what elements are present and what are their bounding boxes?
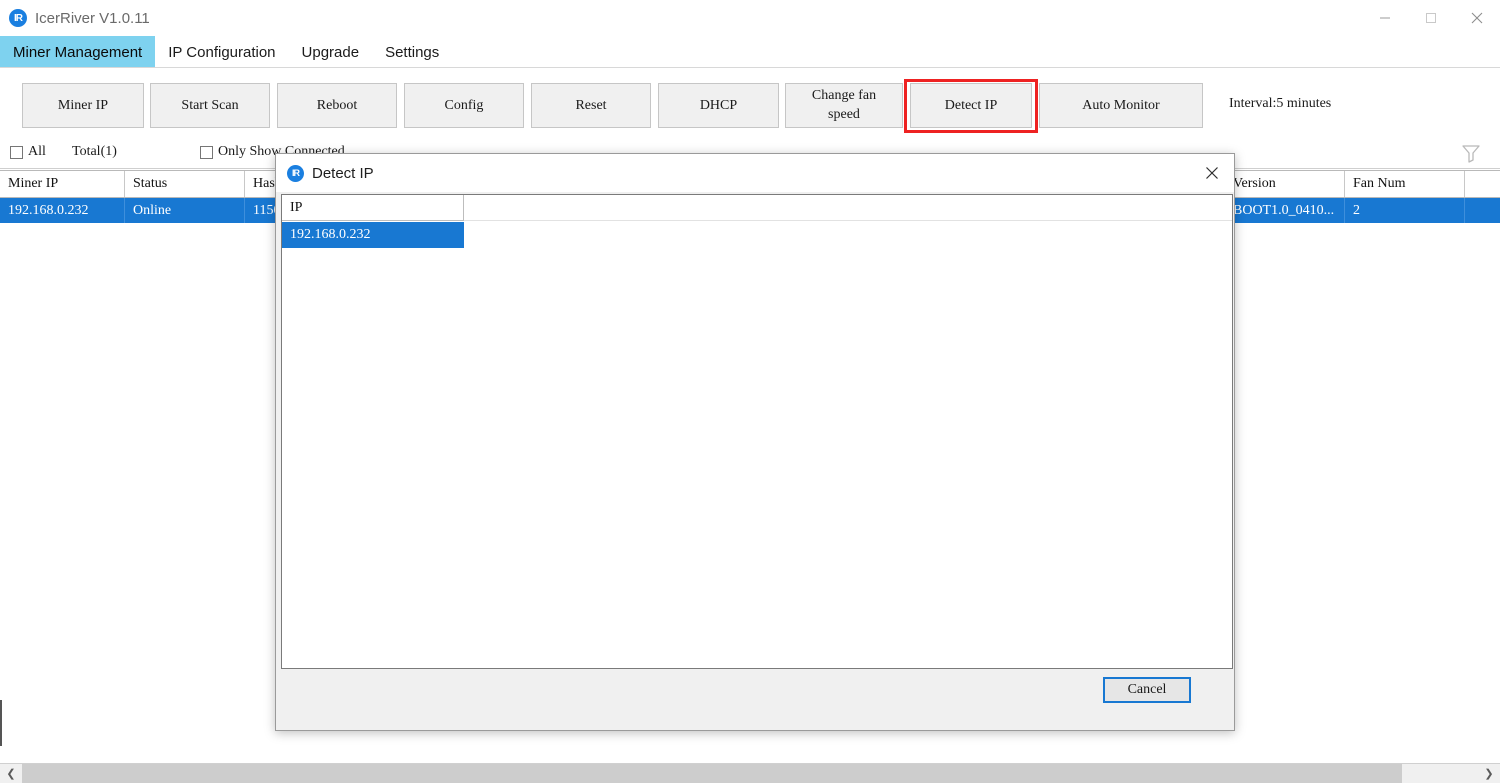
scrollbar-track[interactable]: [22, 764, 1478, 783]
miner-ip-button[interactable]: Miner IP: [22, 83, 144, 128]
config-button[interactable]: Config: [404, 83, 524, 128]
app-logo-icon: IR: [9, 9, 27, 27]
all-checkbox[interactable]: All: [10, 144, 46, 160]
detect-ip-button[interactable]: Detect IP: [910, 83, 1032, 128]
cell-fan-num: 2: [1345, 198, 1465, 223]
tab-settings[interactable]: Settings: [372, 36, 452, 68]
all-checkbox-box[interactable]: [10, 146, 23, 159]
dialog-column-header-ip[interactable]: IP: [282, 195, 464, 221]
dialog-close-icon[interactable]: [1190, 154, 1234, 192]
close-icon[interactable]: [1454, 0, 1500, 36]
total-count-label: Total(1): [72, 144, 117, 160]
dialog-title: Detect IP: [312, 165, 374, 182]
maximize-icon[interactable]: [1408, 0, 1454, 36]
change-fan-speed-button[interactable]: Change fan speed: [785, 83, 903, 128]
tab-miner-management[interactable]: Miner Management: [0, 36, 155, 68]
all-checkbox-label: All: [28, 144, 46, 160]
cancel-button[interactable]: Cancel: [1103, 677, 1191, 703]
funnel-filter-icon[interactable]: [1460, 142, 1482, 164]
cell-status: Online: [125, 198, 245, 223]
tab-upgrade[interactable]: Upgrade: [289, 36, 373, 68]
dhcp-button[interactable]: DHCP: [658, 83, 779, 128]
detect-ip-dialog: IR Detect IP IP 192.168.0.232 Cancel: [275, 153, 1235, 731]
window-controls: [1362, 0, 1500, 36]
cell-miner-ip: 192.168.0.232: [0, 198, 125, 223]
dialog-column-header-filler: [464, 195, 1232, 221]
interval-label: Interval:5 minutes: [1229, 96, 1331, 112]
start-scan-button[interactable]: Start Scan: [150, 83, 270, 128]
reset-button[interactable]: Reset: [531, 83, 651, 128]
chevron-right-icon[interactable]: ❯: [1478, 764, 1500, 783]
tab-ip-configuration[interactable]: IP Configuration: [155, 36, 288, 68]
application-window: IR IcerRiver V1.0.11 Miner Management IP…: [0, 0, 1500, 783]
chevron-left-icon[interactable]: ❮: [0, 764, 22, 783]
horizontal-scrollbar[interactable]: ❮ ❯: [0, 763, 1500, 783]
scrollbar-thumb[interactable]: [22, 764, 1402, 783]
dialog-ip-list[interactable]: IP 192.168.0.232: [281, 194, 1233, 669]
column-header-version[interactable]: Version: [1225, 171, 1345, 197]
dialog-titlebar: IR Detect IP: [276, 154, 1234, 192]
only-show-connected-checkbox-box[interactable]: [200, 146, 213, 159]
window-titlebar: IR IcerRiver V1.0.11: [0, 0, 1500, 36]
minimize-icon[interactable]: [1362, 0, 1408, 36]
column-header-miner-ip[interactable]: Miner IP: [0, 171, 125, 197]
dialog-list-item[interactable]: 192.168.0.232: [282, 222, 464, 248]
main-tabbar: Miner Management IP Configuration Upgrad…: [0, 36, 1500, 68]
reboot-button[interactable]: Reboot: [277, 83, 397, 128]
dialog-logo-icon: IR: [287, 165, 304, 182]
window-title: IcerRiver V1.0.11: [35, 10, 150, 27]
auto-monitor-button[interactable]: Auto Monitor: [1039, 83, 1203, 128]
tabbar-divider: [0, 67, 1500, 68]
table-left-edge: [0, 700, 2, 746]
column-header-status[interactable]: Status: [125, 171, 245, 197]
cell-version: BOOT1.0_0410...: [1225, 198, 1345, 223]
column-header-fan-num[interactable]: Fan Num: [1345, 171, 1465, 197]
